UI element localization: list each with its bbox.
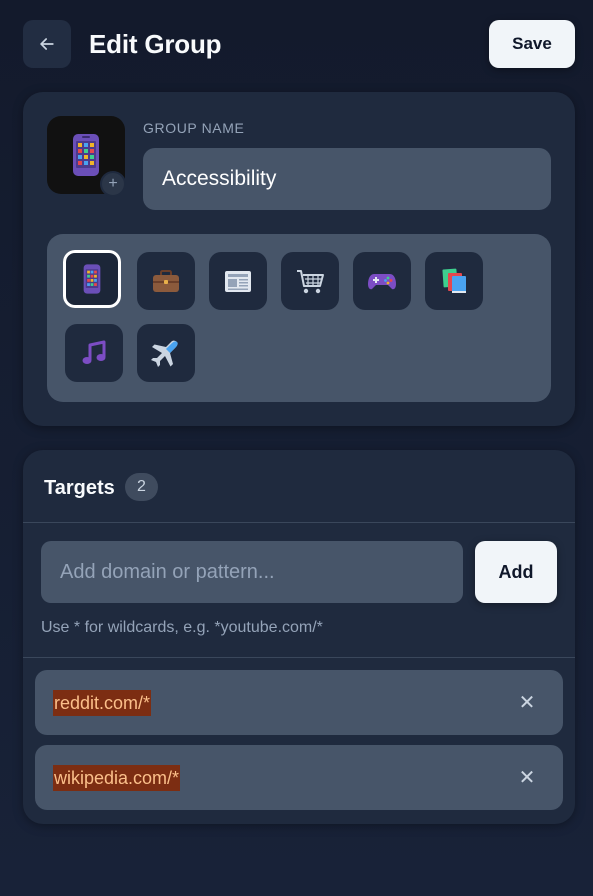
add-target-button[interactable]: Add [475,541,557,603]
save-button[interactable]: Save [489,20,575,68]
remove-target-button[interactable]: ✕ [515,766,539,790]
icon-option-mobile-phone[interactable] [63,250,121,308]
icon-option-briefcase[interactable] [137,252,195,310]
page-title: Edit Group [89,29,222,59]
game-controller-icon [368,274,396,290]
targets-card: Targets 2 Add Use * for wildcards, e.g. … [23,450,575,824]
group-name-input[interactable] [143,148,551,210]
close-icon: ✕ [518,692,536,714]
icon-option-music-note[interactable] [65,324,123,382]
add-icon-button[interactable]: + [100,171,126,197]
wildcard-hint: Use * for wildcards, e.g. *youtube.com/* [41,619,323,636]
icon-option-newspaper[interactable] [209,252,267,310]
target-pattern: reddit.com/* [53,689,152,716]
icon-option-game-controller[interactable] [353,252,411,310]
targets-count-badge: 2 [125,473,158,501]
target-pattern: wikipedia.com/* [53,764,181,791]
target-row: reddit.com/* ✕ [35,670,563,735]
remove-target-button[interactable]: ✕ [515,691,539,715]
edit-group-screen: Edit Group Save + GROUP NAME Accessibili… [0,0,593,896]
airplane-icon [151,340,178,367]
briefcase-icon [153,270,179,292]
back-button[interactable] [23,20,71,68]
icon-option-airplane[interactable] [137,324,195,382]
icon-picker [47,234,551,402]
music-note-icon [82,340,106,364]
targets-title: Targets [44,477,115,499]
close-icon: ✕ [518,767,536,789]
icon-option-books[interactable] [425,252,483,310]
icon-option-shopping-cart[interactable] [281,252,339,310]
divider [23,657,575,658]
mobile-phone-icon [83,264,101,294]
divider [23,522,575,523]
domain-pattern-input[interactable] [41,541,463,603]
mobile-phone-icon [73,134,99,176]
target-row: wikipedia.com/* ✕ [35,745,563,810]
group-name-label: GROUP NAME [143,120,245,136]
shopping-cart-icon [297,270,324,294]
arrow-left-icon [40,38,54,50]
newspaper-icon [225,271,251,292]
group-card: + GROUP NAME [23,92,575,426]
books-icon [442,268,466,293]
